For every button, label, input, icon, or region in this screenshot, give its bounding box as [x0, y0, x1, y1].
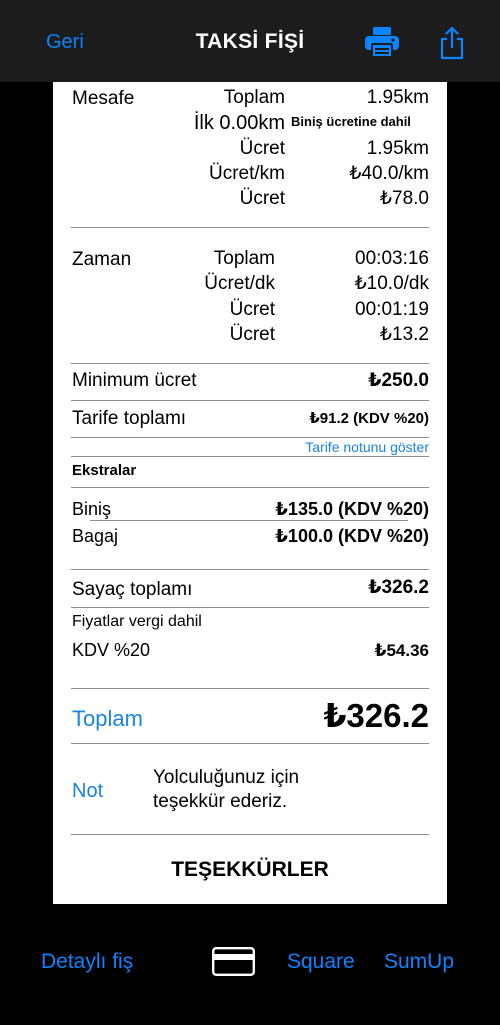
time-amount-value: ₺13.2 — [379, 324, 429, 345]
divider — [71, 688, 429, 689]
extra-item-label: Biniş — [72, 499, 112, 519]
vat-value: ₺54.36 — [374, 641, 429, 660]
time-total-value: 00:03:16 — [355, 248, 429, 269]
nav-bar: Geri TAKSİ FİŞİ — [0, 0, 500, 82]
divider — [71, 363, 429, 364]
total-value: ₺326.2 — [323, 697, 429, 734]
time-fee-label: Ücret — [229, 299, 275, 320]
divider — [71, 227, 429, 228]
tariff-total-value: ₺91.2 (KDV %20) — [309, 410, 429, 427]
time-rate-label: Ücret/dk — [204, 273, 275, 294]
total-label: Toplam — [72, 706, 143, 731]
share-icon[interactable] — [439, 26, 465, 60]
credit-card-icon[interactable] — [212, 947, 255, 976]
extra-item-label: Bagaj — [72, 526, 119, 546]
distance-amount-label: Ücret — [239, 188, 285, 209]
time-total-label: Toplam — [213, 248, 275, 269]
detailed-receipt-button[interactable]: Detaylı fiş — [41, 950, 133, 974]
divider — [71, 569, 429, 570]
receipt: Mesafe Toplam 1.95km İlk 0.00km Biniş üc… — [53, 82, 447, 904]
tax-included-note: Fiyatlar vergi dahil — [72, 613, 202, 630]
note-label: Not — [72, 780, 104, 802]
distance-label: Mesafe — [72, 88, 135, 109]
printer-icon[interactable] — [364, 25, 400, 59]
divider — [71, 834, 429, 835]
time-fee-value: 00:01:19 — [355, 299, 429, 320]
meter-total-value: ₺326.2 — [368, 577, 429, 598]
divider — [71, 487, 429, 488]
page-title: TAKSİ FİŞİ — [195, 30, 305, 53]
sumup-button[interactable]: SumUp — [384, 950, 454, 974]
note-text-line1: Yolculuğunuz için — [153, 767, 300, 788]
thanks-footer: TEŞEKKÜRLER — [171, 858, 329, 881]
tariff-note-link[interactable]: Tarife notunu göster — [249, 439, 429, 455]
divider — [90, 520, 408, 521]
extra-item-value: ₺135.0 (KDV %20) — [275, 499, 429, 519]
extra-item-value: ₺100.0 (KDV %20) — [275, 526, 429, 546]
divider — [71, 456, 429, 457]
extras-heading: Ekstralar — [72, 462, 137, 479]
distance-fee-value: 1.95km — [366, 138, 429, 159]
divider — [71, 607, 429, 608]
square-button[interactable]: Square — [287, 950, 355, 974]
vat-label: KDV %20 — [72, 640, 151, 660]
time-amount-label: Ücret — [229, 324, 275, 345]
distance-first-label: İlk 0.00km — [193, 112, 285, 134]
distance-amount-value: ₺78.0 — [379, 188, 429, 209]
meter-total-label: Sayaç toplamı — [72, 579, 193, 600]
tariff-total-label: Tarife toplamı — [72, 408, 187, 429]
minimum-fee-value: ₺250.0 — [368, 370, 429, 391]
distance-first-value: Biniş ücretine dahil — [291, 114, 411, 129]
divider — [71, 743, 429, 744]
divider — [71, 437, 429, 438]
distance-total-value: 1.95km — [366, 87, 429, 108]
distance-total-label: Toplam — [223, 87, 285, 108]
minimum-fee-label: Minimum ücret — [72, 370, 197, 391]
time-rate-value: ₺10.0/dk — [354, 273, 429, 294]
distance-fee-label: Ücret — [239, 138, 285, 159]
distance-rate-label: Ücret/km — [209, 163, 285, 184]
time-label: Zaman — [72, 249, 132, 270]
note-text-line2: teşekkür ederiz. — [153, 791, 288, 812]
distance-rate-value: ₺40.0/km — [349, 163, 429, 184]
divider — [71, 400, 429, 401]
bottom-bar: Detaylı fiş Square SumUp — [0, 904, 500, 1025]
